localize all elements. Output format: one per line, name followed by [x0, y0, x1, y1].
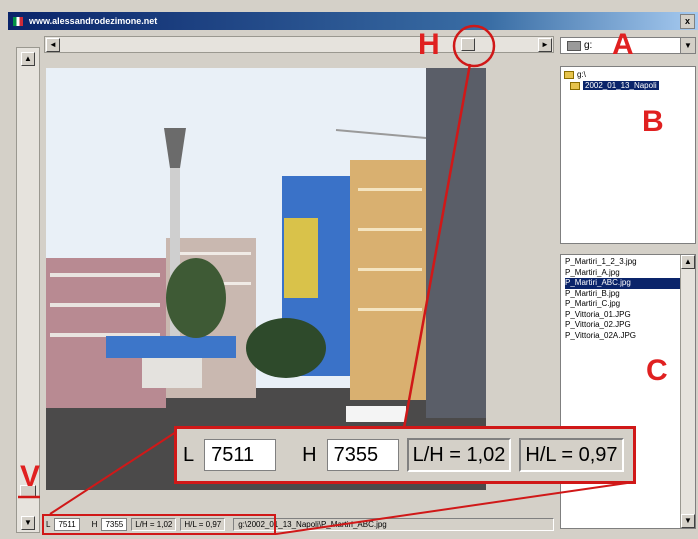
scroll-down-button[interactable]: ▼ [21, 516, 35, 530]
scroll-up-button[interactable]: ▲ [21, 52, 35, 66]
zoom-height-label: H [302, 443, 317, 466]
file-scroll-down-button[interactable]: ▼ [681, 514, 695, 528]
file-list[interactable]: P_Martiri_1_2_3.jpg P_Martiri_A.jpg P_Ma… [560, 254, 696, 529]
callout-v: V [20, 460, 41, 493]
zoom-length-label: L [183, 443, 195, 466]
horizontal-scroll-thumb[interactable] [461, 38, 475, 51]
status-highlight-box [42, 514, 276, 535]
folder-icon [570, 81, 580, 90]
zoom-ratio-lh: L/H = 1,02 [406, 438, 512, 472]
directory-item[interactable]: 2002_01_13_Napoli [564, 80, 692, 91]
file-item[interactable]: P_Martiri_C.jpg [565, 299, 695, 310]
drive-icon [567, 40, 581, 51]
directory-list[interactable]: g:\ 2002_01_13_Napoli [560, 66, 696, 244]
file-scroll-up-button[interactable]: ▲ [681, 255, 695, 269]
horizontal-scrollbar[interactable]: ◄ ► [44, 36, 554, 53]
folder-icon [564, 70, 574, 79]
file-item[interactable]: P_Martiri_B.jpg [565, 289, 695, 300]
file-item[interactable]: P_Martiri_ABC.jpg [565, 278, 683, 289]
zoomed-status-inset: L 7511 H 7355 L/H = 1,02 H/L = 0,97 [174, 426, 636, 484]
scroll-right-button[interactable]: ► [538, 38, 552, 52]
file-item[interactable]: P_Martiri_A.jpg [565, 268, 695, 279]
directory-label: 2002_01_13_Napoli [583, 81, 659, 90]
directory-label: g:\ [577, 70, 586, 79]
file-item[interactable]: P_Martiri_1_2_3.jpg [565, 257, 695, 268]
callout-c: C [646, 354, 668, 387]
callout-b: B [642, 105, 664, 138]
zoom-ratio-hl: H/L = 0,97 [519, 438, 624, 472]
app-icon [13, 16, 23, 26]
title-bar: www.alessandrodezimone.net x [8, 12, 698, 30]
file-item[interactable]: P_Vittoria_02A.JPG [565, 331, 695, 342]
callout-a: A [612, 28, 634, 61]
zoom-height-field: 7355 [326, 439, 399, 471]
window-title: www.alessandrodezimone.net [29, 16, 158, 26]
zoom-length-field: 7511 [204, 439, 277, 471]
file-item[interactable]: P_Vittoria_02.JPG [565, 320, 695, 331]
file-list-scrollbar[interactable]: ▲ ▼ [680, 255, 695, 528]
chevron-down-icon[interactable]: ▼ [680, 38, 695, 53]
directory-item[interactable]: g:\ [564, 69, 692, 80]
drive-value: g: [584, 40, 593, 51]
close-button[interactable]: x [680, 14, 695, 29]
scroll-left-button[interactable]: ◄ [46, 38, 60, 52]
callout-h: H [418, 28, 440, 61]
file-path: g:\2002_01_13_Napoli\P_Martiri_ABC.jpg [233, 518, 554, 531]
file-item[interactable]: P_Vittoria_01.JPG [565, 310, 695, 321]
